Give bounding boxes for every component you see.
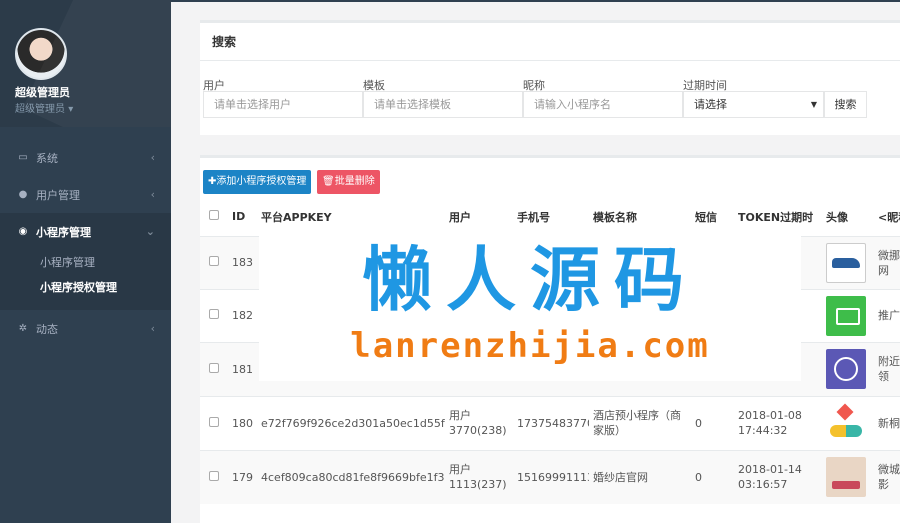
cell-avatar xyxy=(822,288,874,342)
row-checkbox[interactable] xyxy=(200,449,228,504)
search-title: 搜索 xyxy=(200,23,900,61)
col-id[interactable]: ID xyxy=(228,198,257,237)
cell-user: 用户1113(237) xyxy=(445,449,513,504)
bridal-logo-icon xyxy=(826,457,866,498)
expire-select-value: 请选择 xyxy=(694,98,727,111)
sidebar-item-label: 动态 xyxy=(36,322,58,336)
cell-appkey: 4cef809ca80cd81fe8f9669bfe1f312f xyxy=(257,449,445,504)
chevron-down-icon: ⌄ xyxy=(145,225,155,238)
watermark-en: lanrenzhijia.com xyxy=(350,326,710,366)
sidebar-item-system[interactable]: ▭ 系统 ‹ xyxy=(0,139,171,176)
cell-avatar xyxy=(822,235,874,289)
chevron-left-icon: ‹ xyxy=(150,151,155,164)
cell-avatar xyxy=(822,341,874,396)
sidebar-item-miniprogram[interactable]: ◉ 小程序管理 ⌄ xyxy=(0,213,171,250)
cell-phone: 17375483770 xyxy=(513,395,589,450)
cell-nickname: 新桐+ xyxy=(874,395,900,450)
sidebar-item-label: 系统 xyxy=(36,151,58,165)
cell-phone: 15169991113 xyxy=(513,449,589,504)
cart-logo-icon xyxy=(826,295,866,336)
row-checkbox[interactable] xyxy=(200,235,228,289)
cell-id: 183 xyxy=(228,235,257,289)
cell-template: 婚纱店官网 xyxy=(589,449,691,504)
cell-nickname: 微挪车网 xyxy=(874,235,900,289)
cell-sms: 0 xyxy=(691,449,734,504)
cell-id: 180 xyxy=(228,395,257,450)
subitem-miniprogram-auth[interactable]: 小程序授权管理 xyxy=(0,275,171,300)
dropdown-arrow-icon: ▼ xyxy=(810,100,817,109)
cell-appkey: e72f769f926ce2d301a50ec1d55f80dc xyxy=(257,395,445,450)
col-nickname[interactable]: <昵称 xyxy=(874,198,900,237)
user-name[interactable]: 超级管理员 xyxy=(15,84,70,100)
sidebar-item-label: 用户管理 xyxy=(36,188,80,202)
cell-id: 181 xyxy=(228,341,257,396)
monitor-icon: ▭ xyxy=(18,152,28,163)
sidebar-nav: ▭ 系统 ‹ ● 用户管理 ‹ ◉ 小程序管理 ⌄ 小程序管理 小程序授权管理 … xyxy=(0,139,171,347)
cell-token: 2018-01-08 17:44:32 xyxy=(734,395,822,450)
user-select-field[interactable]: 请单击选择用户 xyxy=(203,91,363,118)
user-role-label: 超级管理员 xyxy=(15,104,65,115)
chevron-left-icon: ‹ xyxy=(150,322,155,335)
add-auth-button[interactable]: ✚添加小程序授权管理 xyxy=(203,170,312,194)
cell-user: 用户3770(238) xyxy=(445,395,513,450)
watermark: 懒人源码 lanrenzhijia.com xyxy=(259,228,801,381)
cell-token: 2018-01-14 03:16:57 xyxy=(734,449,822,504)
table-row[interactable]: 179 4cef809ca80cd81fe8f9669bfe1f312f 用户1… xyxy=(200,449,900,504)
car-logo-icon xyxy=(826,242,866,283)
diamond-logo-icon xyxy=(826,403,866,443)
cell-nickname: 微城摄影 xyxy=(874,449,900,504)
template-select-field[interactable]: 请单击选择模板 xyxy=(363,91,523,118)
sidebar-item-users[interactable]: ● 用户管理 ‹ xyxy=(0,176,171,213)
chevron-left-icon: ‹ xyxy=(150,188,155,201)
cogs-icon: ✲ xyxy=(18,323,28,334)
top-border xyxy=(171,0,900,2)
watermark-cn: 懒人源码 xyxy=(362,239,698,321)
row-checkbox[interactable] xyxy=(200,395,228,450)
expire-select[interactable]: 请选择 ▼ xyxy=(683,91,824,118)
table-row[interactable]: 180 e72f769f926ce2d301a50ec1d55f80dc 用户3… xyxy=(200,395,900,450)
user-icon: ● xyxy=(18,189,28,200)
cell-nickname: 附近招领 xyxy=(874,341,900,396)
cell-avatar xyxy=(822,449,874,504)
cell-nickname: 推广 xyxy=(874,288,900,342)
row-checkbox[interactable] xyxy=(200,341,228,396)
subitem-miniprogram-manage[interactable]: 小程序管理 xyxy=(0,250,171,275)
cell-sms: 0 xyxy=(691,395,734,450)
sidebar-item-dynamic[interactable]: ✲ 动态 ‹ xyxy=(0,310,171,347)
cell-id: 179 xyxy=(228,449,257,504)
cell-template: 酒店预小程序（商家版） xyxy=(589,395,691,450)
avatar[interactable] xyxy=(15,28,67,80)
profile-panel: 超级管理员 超级管理员 ▾ xyxy=(0,0,171,127)
smile-logo-icon xyxy=(826,349,866,389)
search-button[interactable]: 搜索 xyxy=(824,91,867,118)
sidebar-item-label: 小程序管理 xyxy=(36,225,91,239)
batch-delete-button[interactable]: 🗑批量删除 xyxy=(317,170,380,194)
search-panel: 搜索 用户 请单击选择用户 模板 请单击选择模板 昵称 请输入小程序名 过期时间… xyxy=(200,20,900,135)
row-checkbox[interactable] xyxy=(200,288,228,342)
user-role-dropdown[interactable]: 超级管理员 ▾ xyxy=(15,100,73,115)
col-avatar[interactable]: 头像 xyxy=(822,198,874,237)
sidebar: 超级管理员 超级管理员 ▾ ▭ 系统 ‹ ● 用户管理 ‹ ◉ 小程序管理 ⌄ … xyxy=(0,0,171,523)
caret-down-icon: ▾ xyxy=(68,104,74,115)
wechat-icon: ◉ xyxy=(18,226,28,237)
cell-id: 182 xyxy=(228,288,257,342)
sidebar-subnav: 小程序管理 小程序授权管理 xyxy=(0,250,171,310)
select-all-checkbox[interactable] xyxy=(200,198,228,237)
nickname-input[interactable]: 请输入小程序名 xyxy=(523,91,683,118)
cell-avatar xyxy=(822,395,874,450)
